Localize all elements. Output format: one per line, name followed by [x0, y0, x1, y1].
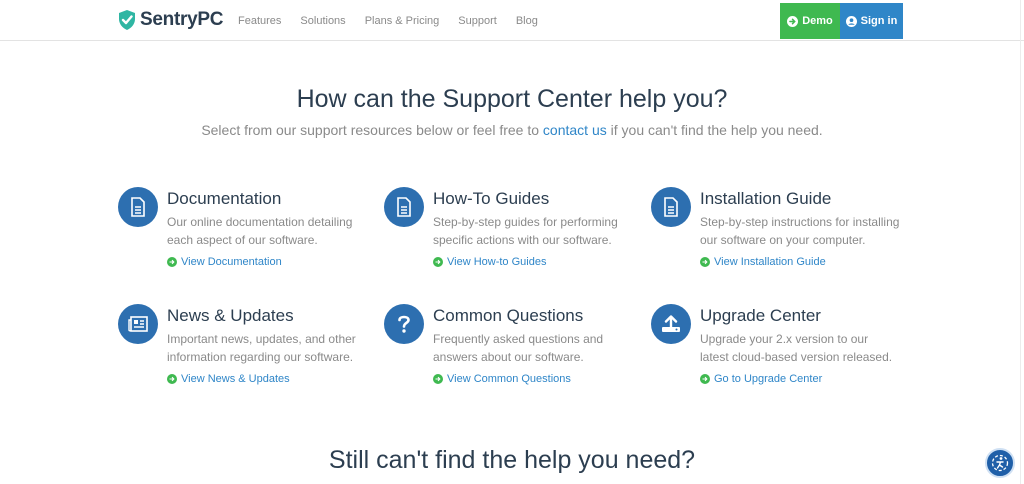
shield-check-icon	[119, 10, 135, 30]
question-icon	[384, 304, 424, 344]
nav-item-support[interactable]: Support	[458, 15, 497, 27]
user-circle-icon	[845, 15, 857, 27]
subtitle-text-before: Select from our support resources below …	[201, 122, 543, 138]
accessibility-button[interactable]	[985, 448, 1015, 478]
document-icon	[384, 187, 424, 227]
link-label: View News & Updates	[181, 373, 290, 385]
arrow-circle-icon	[167, 257, 177, 267]
nav-item-solutions[interactable]: Solutions	[300, 15, 345, 27]
sign-in-label: Sign in	[860, 15, 898, 27]
link-label: View Installation Guide	[714, 256, 826, 268]
card-description: Our online documentation detailing each …	[167, 215, 353, 247]
arrow-circle-icon	[787, 15, 799, 27]
accessibility-icon	[991, 454, 1009, 472]
upload-icon	[651, 304, 691, 344]
page-title: How can the Support Center help you?	[296, 85, 728, 113]
subtitle-text-after: if you can't find the help you need.	[606, 122, 823, 138]
document-icon	[118, 187, 158, 227]
page-subtitle: Select from our support resources below …	[0, 122, 1024, 138]
card-title: Common Questions	[433, 306, 584, 325]
card-description: Step-by-step instructions for installing…	[700, 215, 900, 247]
brand-logo[interactable]: SentryPC	[117, 9, 223, 31]
card-description: Upgrade your 2.x version to our latest c…	[700, 332, 893, 364]
view-common-questions-link[interactable]: View Common Questions	[433, 373, 571, 385]
view-how-to-guides-link[interactable]: View How-to Guides	[433, 256, 546, 268]
main-nav: Features Solutions Plans & Pricing Suppo…	[238, 15, 557, 27]
card-description: Step-by-step guides for performing speci…	[433, 215, 618, 247]
demo-label: Demo	[802, 15, 833, 27]
arrow-circle-icon	[167, 374, 177, 384]
demo-button[interactable]: Demo	[780, 3, 840, 39]
nav-item-plans-pricing[interactable]: Plans & Pricing	[365, 15, 440, 27]
arrow-circle-icon	[700, 374, 710, 384]
contact-us-link[interactable]: contact us	[543, 122, 607, 138]
top-navbar: SentryPC Features Solutions Plans & Pric…	[0, 0, 1024, 41]
arrow-circle-icon	[700, 257, 710, 267]
newspaper-icon	[118, 304, 158, 344]
brand-name: SentryPC	[140, 9, 224, 30]
card-title: Documentation	[167, 189, 282, 208]
arrow-circle-icon	[433, 257, 443, 267]
arrow-circle-icon	[433, 374, 443, 384]
section-title-still-need-help: Still can't find the help you need?	[328, 446, 696, 474]
view-documentation-link[interactable]: View Documentation	[167, 256, 282, 268]
view-news-updates-link[interactable]: View News & Updates	[167, 373, 290, 385]
page-scroll-edge	[1020, 0, 1021, 484]
sign-in-button[interactable]: Sign in	[840, 3, 903, 39]
card-description: Frequently asked questions and answers a…	[433, 332, 604, 364]
link-label: View Common Questions	[447, 373, 571, 385]
card-title: Installation Guide	[700, 189, 832, 208]
document-icon	[651, 187, 691, 227]
link-label: View Documentation	[181, 256, 282, 268]
link-label: Go to Upgrade Center	[714, 373, 823, 385]
nav-item-features[interactable]: Features	[238, 15, 281, 27]
view-installation-guide-link[interactable]: View Installation Guide	[700, 256, 826, 268]
link-label: View How-to Guides	[447, 256, 547, 268]
nav-item-blog[interactable]: Blog	[516, 15, 538, 27]
card-description: Important news, updates, and other infor…	[167, 332, 356, 364]
card-title: Upgrade Center	[700, 306, 821, 325]
card-title: How-To Guides	[433, 189, 550, 208]
go-to-upgrade-center-link[interactable]: Go to Upgrade Center	[700, 373, 822, 385]
card-title: News & Updates	[167, 306, 294, 325]
